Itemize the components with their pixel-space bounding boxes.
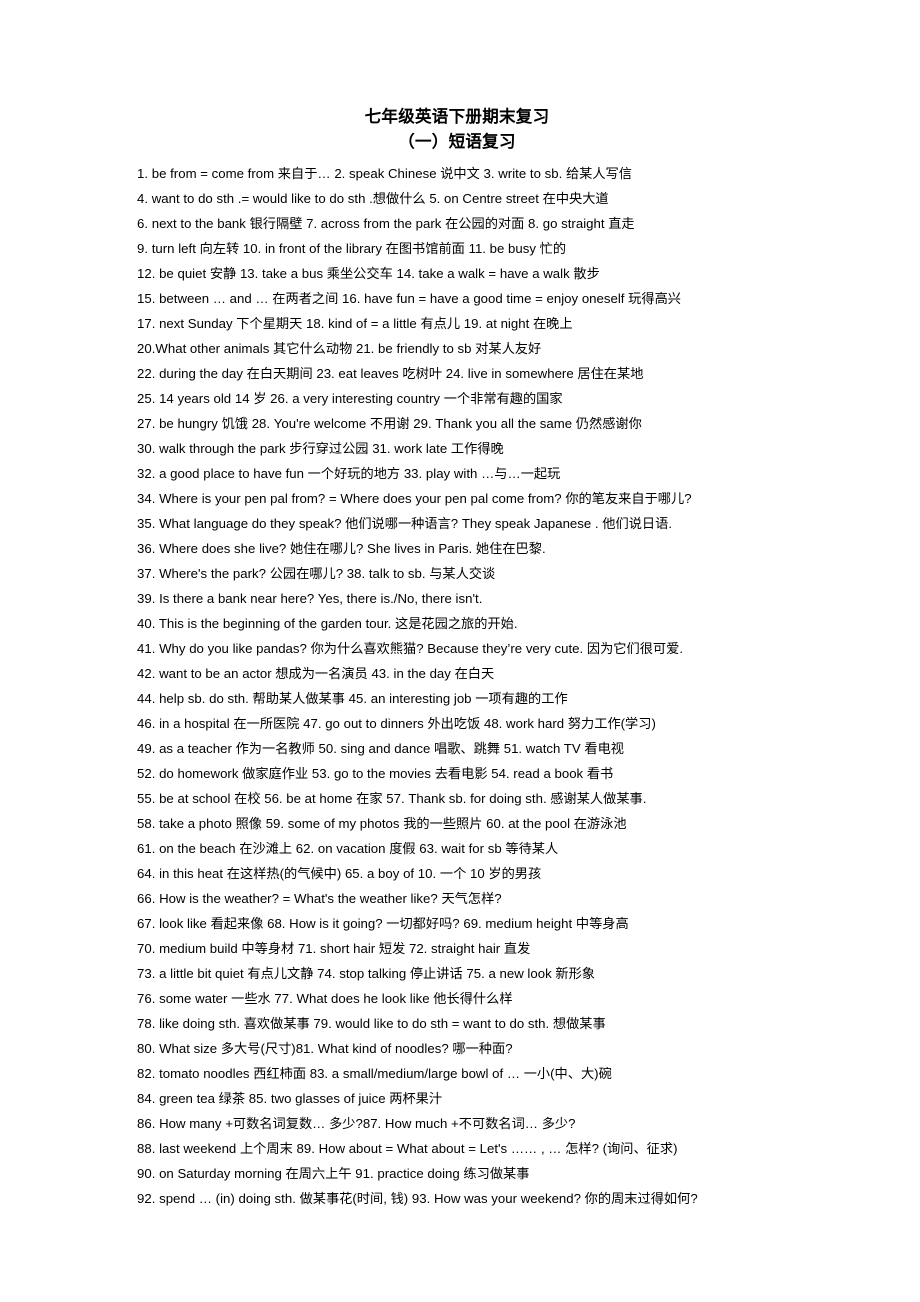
phrase-line: 17. next Sunday 下个星期天 18. kind of = a li…	[137, 316, 573, 331]
phrase-line: 9. turn left 向左转 10. in front of the lib…	[137, 241, 567, 256]
phrase-line: 80. What size 多大号(尺寸)81. What kind of no…	[137, 1041, 513, 1056]
phrase-list: 1. be from = come from 来自于… 2. speak Chi…	[137, 161, 777, 1211]
phrase-line: 20.What other animals 其它什么动物 21. be frie…	[137, 341, 542, 356]
phrase-line: 70. medium build 中等身材 71. short hair 短发 …	[137, 941, 531, 956]
phrase-line: 36. Where does she live? 她住在哪儿? She live…	[137, 541, 546, 556]
phrase-line: 1. be from = come from 来自于… 2. speak Chi…	[137, 166, 632, 181]
phrase-line: 73. a little bit quiet 有点儿文静 74. stop ta…	[137, 966, 595, 981]
phrase-line: 66. How is the weather? = What's the wea…	[137, 891, 502, 906]
phrase-line: 35. What language do they speak? 他们说哪一种语…	[137, 516, 673, 531]
document-content: 七年级英语下册期末复习 （一）短语复习 1. be from = come fr…	[137, 105, 777, 1211]
document-title-block: 七年级英语下册期末复习 （一）短语复习	[137, 105, 777, 155]
phrase-line: 52. do homework 做家庭作业 53. go to the movi…	[137, 766, 614, 781]
phrase-line: 37. Where's the park? 公园在哪儿? 38. talk to…	[137, 566, 496, 581]
phrase-line: 32. a good place to have fun 一个好玩的地方 33.…	[137, 466, 561, 481]
phrase-line: 6. next to the bank 银行隔壁 7. across from …	[137, 216, 635, 231]
phrase-line: 41. Why do you like pandas? 你为什么喜欢熊猫? Be…	[137, 641, 684, 656]
phrase-line: 86. How many +可数名词复数… 多少?87. How much +不…	[137, 1116, 576, 1131]
page-title-subtitle: （一）短语复习	[398, 133, 516, 151]
phrase-line: 67. look like 看起来像 68. How is it going? …	[137, 916, 629, 931]
phrase-line: 84. green tea 绿茶 85. two glasses of juic…	[137, 1091, 443, 1106]
phrase-line: 76. some water 一些水 77. What does he look…	[137, 991, 513, 1006]
document-page: 七年级英语下册期末复习 （一）短语复习 1. be from = come fr…	[0, 0, 920, 1302]
phrase-line: 90. on Saturday morning 在周六上午 91. practi…	[137, 1166, 530, 1181]
page-title-main: 七年级英语下册期末复习	[364, 108, 550, 126]
phrase-line: 58. take a photo 照像 59. some of my photo…	[137, 816, 627, 831]
phrase-line: 78. like doing sth. 喜欢做某事 79. would like…	[137, 1016, 606, 1031]
phrase-line: 44. help sb. do sth. 帮助某人做某事 45. an inte…	[137, 691, 568, 706]
phrase-line: 55. be at school 在校 56. be at home 在家 57…	[137, 791, 647, 806]
phrase-line: 46. in a hospital 在一所医院 47. go out to di…	[137, 716, 656, 731]
phrase-line: 25. 14 years old 14 岁 26. a very interes…	[137, 391, 563, 406]
phrase-line: 34. Where is your pen pal from? = Where …	[137, 491, 692, 506]
phrase-line: 30. walk through the park 步行穿过公园 31. wor…	[137, 441, 504, 456]
phrase-line: 92. spend … (in) doing sth. 做某事花(时间, 钱) …	[137, 1191, 698, 1206]
phrase-line: 42. want to be an actor 想成为一名演员 43. in t…	[137, 666, 495, 681]
phrase-line: 12. be quiet 安静 13. take a bus 乘坐公交车 14.…	[137, 266, 600, 281]
phrase-line: 4. want to do sth .= would like to do st…	[137, 191, 609, 206]
phrase-line: 27. be hungry 饥饿 28. You're welcome 不用谢 …	[137, 416, 642, 431]
phrase-line: 61. on the beach 在沙滩上 62. on vacation 度假…	[137, 841, 559, 856]
phrase-line: 40. This is the beginning of the garden …	[137, 616, 518, 631]
phrase-line: 22. during the day 在白天期间 23. eat leaves …	[137, 366, 644, 381]
phrase-line: 88. last weekend 上个周末 89. How about = Wh…	[137, 1141, 678, 1156]
phrase-line: 64. in this heat 在这样热(的气候中) 65. a boy of…	[137, 866, 542, 881]
phrase-line: 82. tomato noodles 西红柿面 83. a small/medi…	[137, 1066, 612, 1081]
phrase-line: 49. as a teacher 作为一名教师 50. sing and dan…	[137, 741, 624, 756]
phrase-line: 15. between … and … 在两者之间 16. have fun =…	[137, 291, 681, 306]
phrase-line: 39. Is there a bank near here? Yes, ther…	[137, 591, 483, 606]
